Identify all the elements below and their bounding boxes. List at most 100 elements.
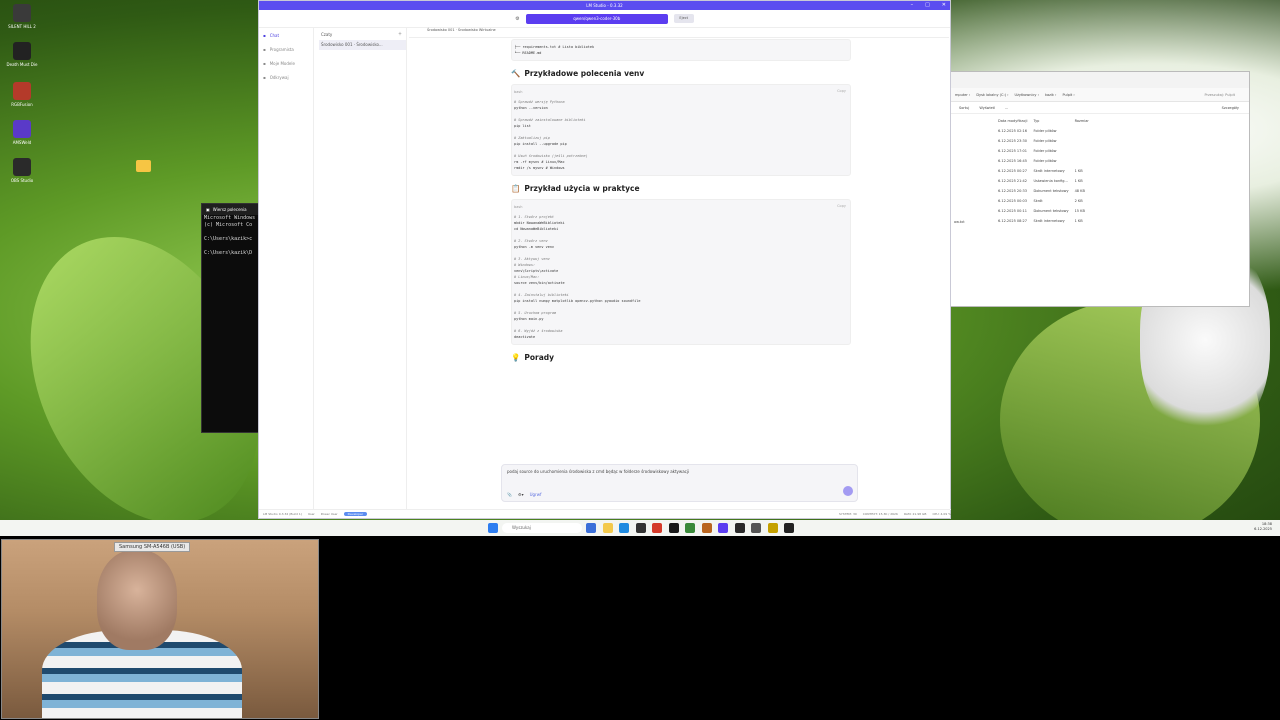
table-row[interactable]: 6.12.2025 17:01 Folder plików [995,146,1092,156]
table-row[interactable]: 6.12.2025 23:30 Folder plików [995,136,1092,146]
taskbar-app-icon[interactable] [602,523,613,533]
app-icon [13,42,31,60]
eject-button[interactable]: Eject [673,14,694,23]
breadcrumb-item[interactable]: Dysk lokalny (C:) › [976,93,1008,97]
taskbar-app-icon[interactable] [652,523,662,533]
settings-icon[interactable]: ⚙ [515,16,519,22]
copy-button[interactable]: Copy [837,203,846,209]
app-icon [13,120,31,138]
section-icon: 🔨 [511,69,521,78]
explorer-toolbar: Sortuj Wyświetl... Szczegóły [951,102,1249,114]
breadcrumb-item[interactable]: Pulpit › [1062,93,1074,97]
attach-icon[interactable]: 📎 [507,492,512,497]
chat-item[interactable]: Środowisko 001 · Środowisko... [319,40,406,50]
sidebar-item[interactable]: ▪ Moje Modele [259,56,313,70]
chat-icon: ▪ [263,32,266,38]
table-row[interactable]: 6.12.2025 02:16 Folder plików [995,126,1092,136]
sidebar-item-label: Chat [269,32,280,38]
cmd-window[interactable]: ▣ Wiersz polecenia Microsoft Windows (c) M… [201,203,261,433]
taskbar: Wyszukaj 18:38 6.12.2025 [0,520,1280,536]
desktop-shortcut[interactable]: OBS Studio [0,158,44,183]
close-icon[interactable]: ✕ [942,2,946,8]
system-tray[interactable]: 18:38 6.12.2025 [1254,522,1272,532]
cmd-icon: ▣ [206,207,210,212]
chat-tab[interactable]: Środowisko 001 · Środowisko Wirtualne [409,28,949,38]
folder-icon[interactable] [136,160,151,172]
table-cell: 15 KB [1074,209,1085,213]
code-line: └── README.md [514,51,542,55]
sidebar-item[interactable]: ▪ Programista [259,42,313,56]
table-row[interactable]: 6.12.2025 08:27 Skrót internetowy 1 KB [995,216,1092,226]
table-cell: Ustawienia konfig... [1033,179,1068,183]
table-row[interactable]: 6.12.2025 00:11 Dokument tekstowy 15 KB [995,206,1092,216]
column-header[interactable]: Rozmiar [1072,116,1092,126]
status-item[interactable]: Developer [343,512,368,516]
table-row[interactable]: 6.12.2025 20:33 Dokument tekstowy 48 KB [995,186,1092,196]
section-icon: 📋 [511,184,521,193]
start-icon[interactable] [488,523,498,533]
taskbar-app-icon[interactable] [701,523,712,533]
section-heading: 🔨 Przykładowe polecenia venv [511,69,851,78]
send-button[interactable] [843,486,853,496]
chat-input[interactable]: podaj source do uruchomienia środowiska … [501,464,858,502]
explorer-side-item[interactable]: ow.txt [954,220,965,224]
table-cell: 6.12.2025 20:33 [998,189,1028,193]
maximize-icon[interactable]: □ [925,2,930,8]
desktop-shortcut[interactable]: Death Must Die [0,42,44,67]
table-row[interactable]: 6.12.2025 00:03 Skrót 2 KB [995,196,1092,206]
copy-button[interactable]: Copy [837,88,846,94]
model-selector[interactable]: qwen/qwen3-coder-30b [525,13,668,24]
taskbar-app-icon[interactable] [668,523,679,533]
new-chat-icon[interactable]: ＋ [398,31,406,37]
taskbar-app-icon[interactable] [751,523,761,533]
table-row[interactable]: 6.12.2025 16:45 Folder plików [995,156,1092,166]
tools-icon[interactable]: ⚙▾ [518,492,524,497]
search-icon: ▪ [263,74,266,80]
table-cell: 2 KB [1074,199,1083,203]
desktop-shortcut[interactable]: SILENT HILL 2 [0,4,44,29]
section-title: Przykład użycia w praktyce [524,184,640,193]
status-item[interactable]: Power User [321,512,338,516]
sidebar-item[interactable]: ▪ Odkrywaj [259,70,313,84]
chat-content: ├── requirements.txt # Lista bibliotek └─… [511,39,851,459]
file-explorer-window[interactable]: mputer › Dysk lokalny (C:) › Użytkownicy ›… [950,71,1250,307]
explorer-address-bar[interactable]: mputer › Dysk lokalny (C:) › Użytkownicy ›… [951,88,1249,102]
taskbar-search[interactable]: Wyszukaj [502,523,582,533]
cmd-title: Wiersz polecenia [212,207,247,212]
taskbar-app-icon[interactable] [685,523,695,533]
section-heading: 📋 Przykład użycia w praktyce [511,184,851,193]
table-cell: Skrót internetowy [1033,219,1065,223]
sidebar-item[interactable]: ▪ Chat [259,28,313,42]
minimize-icon[interactable]: – [911,2,914,8]
chat-input-text[interactable]: podaj source do uruchomienia środowiska … [507,469,852,474]
taskbar-app-icon[interactable] [635,523,646,533]
desktop-shortcut[interactable]: RGBFusion [0,82,44,107]
breadcrumb-item[interactable]: mputer › [955,93,970,97]
sidebar-item-label: Moje Modele [269,60,295,66]
column-header[interactable]: Typ [1031,116,1072,126]
taskbar-app-icon[interactable] [619,523,629,533]
status-item[interactable]: User [308,512,315,516]
taskbar-app-icon[interactable] [734,523,745,533]
column-header[interactable]: Data modyfikacji [995,116,1031,126]
desktop-shortcut[interactable]: AMSWeld [0,120,44,145]
table-cell: 6.12.2025 00:03 [998,199,1028,203]
breadcrumb-item[interactable]: Użytkownicy › [1015,93,1039,97]
breadcrumb-item[interactable]: kazik › [1045,93,1056,97]
taskbar-app-icon[interactable] [586,523,596,533]
taskbar-app-icon[interactable] [767,523,778,533]
table-cell [1072,156,1092,166]
lm-studio-window[interactable]: LM Studio - 0.3.32 – □ ✕ ⚙ qwen/qwen3-code… [258,0,951,519]
explorer-toolbar-item[interactable]: ... [1005,106,1008,110]
explorer-search[interactable]: Przeszukaj: Pulpit [1204,93,1235,97]
table-row[interactable]: 6.12.2025 00:27 Skrót internetowy 1 KB [995,166,1092,176]
taskbar-app-icon[interactable] [784,523,794,533]
input-chip[interactable]: Ugrwf [530,492,542,497]
explorer-toolbar-item[interactable]: Sortuj [959,106,969,110]
table-cell: 6.12.2025 00:27 [998,169,1028,173]
table-row[interactable]: 6.12.2025 21:42 Ustawienia konfig... 1 KB [995,176,1092,186]
taskbar-app-icon[interactable] [718,523,728,533]
explorer-toolbar-item[interactable]: Wyświetl [979,106,995,110]
explorer-toolbar-item[interactable]: Szczegóły [1222,106,1239,110]
code-line: rmdir /s mysnv # Windows [514,166,565,170]
